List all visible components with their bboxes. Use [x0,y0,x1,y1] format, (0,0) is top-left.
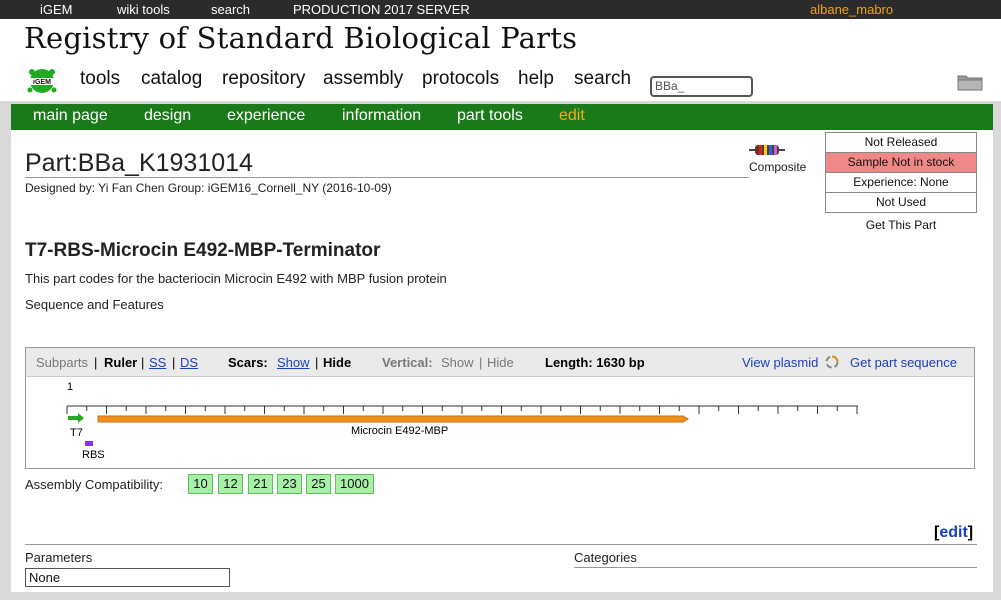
server-label: PRODUCTION 2017 SERVER [293,2,470,17]
nav-repository[interactable]: repository [222,68,305,90]
assembly-badge[interactable]: 21 [248,474,273,494]
part-search-input[interactable] [650,76,753,97]
assembly-badge[interactable]: 12 [218,474,243,494]
vertical-label: Vertical: [382,355,433,370]
igem-logo-icon[interactable]: iGEM [24,66,60,94]
sequence-heading: Sequence and Features [25,297,164,312]
separator: | [479,355,483,370]
categories-divider [574,567,977,568]
section-divider [25,544,977,545]
sample-status: Sample Not in stock [826,153,976,173]
vertical-hide-option[interactable]: Hide [487,355,514,370]
site-header: Registry of Standard Biological Parts iG… [0,19,1001,101]
top-search-link[interactable]: search [211,2,250,17]
nav-catalog[interactable]: catalog [141,68,202,90]
get-this-part-link[interactable]: Get This Part [825,218,977,232]
edit-section-link: [edit] [934,524,973,542]
tab-part-tools[interactable]: part tools [457,107,523,125]
tab-edit[interactable]: edit [559,107,585,125]
rbs-feature-bar[interactable] [85,441,93,446]
view-plasmid-link[interactable]: View plasmid [742,355,818,370]
subparts-option[interactable]: Subparts [36,355,88,370]
ruler-start-label: 1 [67,381,73,393]
scars-label: Scars: [228,355,268,370]
nav-tools[interactable]: tools [80,68,120,90]
assembly-badge[interactable]: 23 [277,474,302,494]
nav-search[interactable]: search [574,68,631,90]
composite-part-icon [749,145,785,155]
edit-button[interactable]: edit [939,524,967,541]
assembly-badge[interactable]: 10 [188,474,213,494]
nav-assembly[interactable]: assembly [323,68,403,90]
site-title[interactable]: Registry of Standard Biological Parts [24,21,577,55]
separator: | [315,355,319,370]
tab-main-page[interactable]: main page [33,107,108,125]
svg-text:iGEM: iGEM [33,79,51,86]
assembly-label: Assembly Compatibility: [25,477,163,492]
ruler-option[interactable]: Ruler [104,355,137,370]
ds-link[interactable]: DS [180,355,198,370]
sequence-ruler: 1 T7 RBS Microcin E492-MBP [66,381,858,461]
designer-info: Designed by: Yi Fan Chen Group: iGEM16_C… [25,181,392,195]
parameters-value: None [25,568,230,587]
t7-promoter-arrow-icon[interactable] [68,413,84,423]
cds-feature-arrow[interactable] [97,415,689,423]
sub-nav: main page design experience information … [11,104,993,130]
part-name-heading: T7-RBS-Microcin E492-MBP-Terminator [25,240,381,261]
ruler-ticks [66,405,858,414]
wiki-tools-link[interactable]: wiki tools [117,2,170,17]
igem-link[interactable]: iGEM [40,2,73,17]
plasmid-icon[interactable] [824,354,840,370]
release-status: Not Released [826,133,976,153]
nav-protocols[interactable]: protocols [422,68,499,90]
part-description: This part codes for the bacteriocin Micr… [25,271,447,286]
sequence-viewer: Subparts | Ruler | SS | DS Scars: Show |… [25,347,975,469]
ss-link[interactable]: SS [149,355,166,370]
assembly-badge[interactable]: 1000 [335,474,374,494]
folder-icon[interactable] [957,73,983,91]
parameters-heading: Parameters [25,550,93,565]
sequence-toolbar: Subparts | Ruler | SS | DS Scars: Show |… [26,348,974,377]
nav-help[interactable]: help [518,68,554,90]
scars-hide-option[interactable]: Hide [323,355,351,370]
usage-status: Not Used [875,195,927,209]
vertical-show-option[interactable]: Show [441,355,474,370]
get-part-sequence-link[interactable]: Get part sequence [850,355,957,370]
separator: | [172,355,176,370]
rbs-feature-label: RBS [82,449,105,461]
t7-feature-label: T7 [70,427,83,439]
user-link[interactable]: albane_mabro [810,2,893,17]
tab-experience[interactable]: experience [227,107,305,125]
main-content: main page design experience information … [11,104,993,592]
top-bar: iGEM wiki tools search PRODUCTION 2017 S… [0,0,1001,19]
assembly-badge[interactable]: 25 [306,474,331,494]
status-box: Not Released Sample Not in stock Experie… [825,132,977,213]
cds-feature-label: Microcin E492-MBP [351,425,448,437]
sequence-length: Length: 1630 bp [545,355,645,370]
bracket: ] [967,524,974,541]
tab-design[interactable]: design [144,107,191,125]
page-title: Part:BBa_K1931014 [25,149,253,177]
scars-show-link[interactable]: Show [277,355,310,370]
title-divider [25,177,749,178]
separator: | [141,355,145,370]
part-type-label: Composite [749,160,807,174]
categories-heading: Categories [574,550,637,565]
tab-information[interactable]: information [342,107,421,125]
experience-status: Experience: None [826,173,976,193]
separator: | [94,355,98,370]
